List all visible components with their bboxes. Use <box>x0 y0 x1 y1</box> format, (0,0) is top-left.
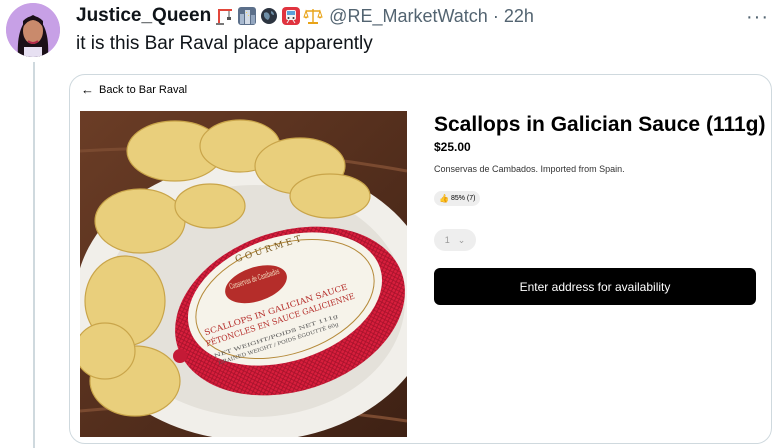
product-description: Conservas de Cambados. Imported from Spa… <box>434 164 625 174</box>
product-card[interactable]: ← Back to Bar Raval GOURMET Conservas de… <box>69 74 772 444</box>
product-title: Scallops in Galician Sauce (111g) <box>434 113 766 136</box>
separator-dot: · <box>492 5 499 26</box>
rating-badge: 👍 85% (7) <box>434 191 481 206</box>
construction-crane-icon <box>216 9 233 25</box>
globe-icon <box>261 8 278 24</box>
tweet-header: Justice_Queen @RE_MarketWatch · 22h <box>76 3 534 29</box>
product-price: $25.00 <box>434 140 471 154</box>
user-handle[interactable]: @RE_MarketWatch <box>329 6 488 27</box>
back-link[interactable]: ← Back to Bar Raval <box>81 82 187 97</box>
back-link-label: Back to Bar Raval <box>99 83 188 96</box>
metro-icon <box>282 7 301 25</box>
name-emojis <box>215 6 323 26</box>
timestamp[interactable]: 22h <box>504 6 534 27</box>
quantity-select[interactable]: 1 ⌄ <box>434 229 476 251</box>
back-arrow-icon: ← <box>81 82 94 97</box>
cityscape-icon <box>238 7 257 25</box>
thread-line <box>33 62 35 448</box>
product-image: GOURMET Conservas de Cambados SCALLOPS I… <box>80 111 407 437</box>
avatar[interactable] <box>6 3 60 57</box>
more-options-icon[interactable]: ··· <box>746 6 769 29</box>
enter-address-button[interactable]: Enter address for availability <box>434 268 756 305</box>
display-name[interactable]: Justice_Queen <box>76 5 211 27</box>
thumbs-up-icon: 👍 <box>439 194 449 203</box>
balance-scale-icon <box>303 9 323 24</box>
quantity-value: 1 <box>444 235 450 245</box>
tweet-text: it is this Bar Raval place apparently <box>76 33 373 54</box>
rating-value: 85% (7) <box>450 195 476 202</box>
chevron-down-icon: ⌄ <box>457 234 466 245</box>
